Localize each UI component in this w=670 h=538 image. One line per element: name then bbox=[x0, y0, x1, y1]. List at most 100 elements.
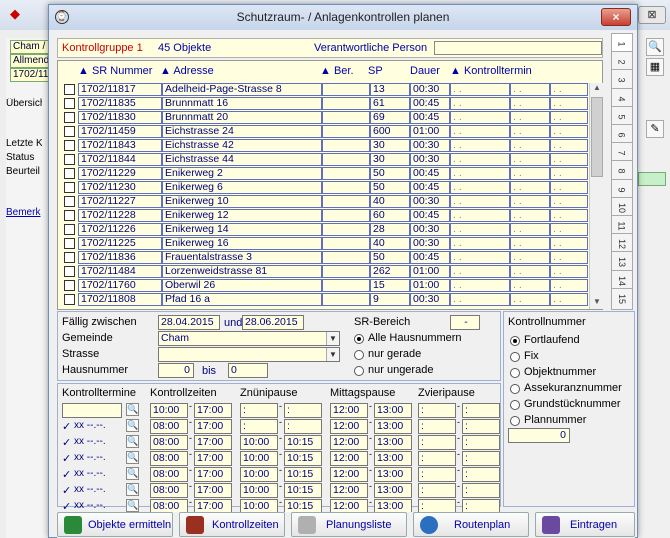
time-input[interactable]: : bbox=[462, 435, 500, 450]
column-header-sr-nummer[interactable]: ▲ SR Nummer bbox=[78, 65, 152, 77]
time-input[interactable]: 10:15 bbox=[284, 467, 322, 482]
time-input[interactable]: 10:00 bbox=[240, 467, 278, 482]
time-input[interactable]: 12:00 bbox=[330, 435, 368, 450]
responsible-input[interactable] bbox=[434, 41, 602, 55]
search-icon[interactable]: 🔍 bbox=[126, 403, 139, 416]
search-icon[interactable]: 🔍 bbox=[126, 467, 139, 480]
time-input[interactable]: : bbox=[284, 403, 322, 418]
column-header-adresse[interactable]: ▲ Adresse bbox=[160, 65, 214, 77]
search-icon[interactable]: 🔍 bbox=[126, 499, 139, 512]
tab-15[interactable]: 15 bbox=[611, 287, 633, 310]
list-item[interactable]: 1702/11226 Enikerweg 14 28 00:30. .. .. . bbox=[64, 223, 589, 236]
row-checkbox[interactable] bbox=[64, 182, 75, 193]
column-header-dauer[interactable]: Dauer bbox=[410, 65, 440, 77]
time-input[interactable]: 12:00 bbox=[330, 419, 368, 434]
radio-nur-gerade[interactable] bbox=[354, 350, 364, 360]
time-input[interactable]: 10:00 bbox=[150, 403, 188, 418]
time-input[interactable]: 08:00 bbox=[150, 467, 188, 482]
time-input[interactable]: 10:00 bbox=[240, 483, 278, 498]
background-label[interactable]: Bemerk bbox=[6, 207, 42, 218]
objekte-ermitteln-button[interactable]: Objekte ermitteln bbox=[57, 512, 173, 537]
list-item[interactable]: 1702/11836 Frauentalstrasse 3 50 00:45. .. … bbox=[64, 251, 589, 264]
time-input[interactable]: 13:00 bbox=[374, 467, 412, 482]
hausnummer-from-input[interactable]: 0 bbox=[158, 363, 194, 378]
row-checkbox[interactable] bbox=[64, 210, 75, 221]
list-item[interactable]: 1702/11808 Pfad 16 a 9 00:30. .. .. . bbox=[64, 293, 589, 306]
row-checkbox[interactable] bbox=[64, 98, 75, 109]
radio-kontrollnummer-3[interactable] bbox=[510, 384, 520, 394]
time-input[interactable]: 13:00 bbox=[374, 403, 412, 418]
date-from-input[interactable]: 28.04.2015 bbox=[158, 315, 220, 330]
radio-kontrollnummer-4[interactable] bbox=[510, 400, 520, 410]
time-input[interactable]: : bbox=[418, 467, 456, 482]
planungsliste-button[interactable]: Planungsliste bbox=[291, 512, 407, 537]
column-header-ber[interactable]: ▲ Ber. bbox=[320, 65, 354, 77]
list-item[interactable]: 1702/11228 Enikerweg 12 60 00:45. .. .. . bbox=[64, 209, 589, 222]
list-item[interactable]: 1702/11225 Enikerweg 16 40 00:30. .. .. . bbox=[64, 237, 589, 250]
day-checkbox[interactable]: ✓ bbox=[62, 436, 71, 449]
search-icon[interactable]: 🔍 bbox=[126, 419, 139, 432]
time-input[interactable]: : bbox=[462, 451, 500, 466]
close-button[interactable]: × bbox=[601, 8, 631, 26]
time-input[interactable]: : bbox=[240, 419, 278, 434]
list-item[interactable]: 1702/11844 Eichstrasse 44 30 00:30. .. .. . bbox=[64, 153, 589, 166]
kontrollzeiten-button[interactable]: Kontrollzeiten bbox=[179, 512, 285, 537]
scrollbar-thumb[interactable] bbox=[591, 97, 603, 177]
radio-nur-ungerade[interactable] bbox=[354, 366, 364, 376]
list-item[interactable]: 1702/11843 Eichstrasse 42 30 00:30. .. .. . bbox=[64, 139, 589, 152]
list-item[interactable]: 1702/11229 Enikerweg 2 50 00:45. .. .. . bbox=[64, 167, 589, 180]
date-to-input[interactable]: 28.06.2015 bbox=[242, 315, 304, 330]
row-checkbox[interactable] bbox=[64, 140, 75, 151]
time-input[interactable]: 13:00 bbox=[374, 435, 412, 450]
time-input[interactable]: 17:00 bbox=[194, 483, 232, 498]
time-input[interactable]: : bbox=[418, 483, 456, 498]
row-checkbox[interactable] bbox=[64, 112, 75, 123]
time-input[interactable]: 13:00 bbox=[374, 451, 412, 466]
time-input[interactable]: : bbox=[418, 403, 456, 418]
eintragen-button[interactable]: Eintragen bbox=[535, 512, 635, 537]
row-checkbox[interactable] bbox=[64, 266, 75, 277]
time-input[interactable]: : bbox=[418, 419, 456, 434]
time-input[interactable]: : bbox=[462, 467, 500, 482]
search-icon[interactable]: 🔍 bbox=[126, 435, 139, 448]
day-checkbox[interactable]: ✓ bbox=[62, 420, 71, 433]
row-checkbox[interactable] bbox=[64, 280, 75, 291]
radio-kontrollnummer-0[interactable] bbox=[510, 336, 520, 346]
chevron-down-icon[interactable]: ▼ bbox=[326, 332, 339, 345]
list-item[interactable]: 1702/11227 Enikerweg 10 40 00:30. .. .. . bbox=[64, 195, 589, 208]
time-input[interactable]: 08:00 bbox=[150, 483, 188, 498]
time-input[interactable]: 12:00 bbox=[330, 483, 368, 498]
time-input[interactable]: : bbox=[462, 483, 500, 498]
background-label[interactable]: Übersich bbox=[6, 98, 42, 109]
time-input[interactable]: 17:00 bbox=[194, 451, 232, 466]
time-input[interactable]: : bbox=[462, 419, 500, 434]
scroll-down-icon[interactable]: ▼ bbox=[590, 297, 604, 309]
radio-kontrollnummer-5[interactable] bbox=[510, 416, 520, 426]
time-input[interactable]: 12:00 bbox=[330, 451, 368, 466]
time-input[interactable]: 12:00 bbox=[330, 403, 368, 418]
row-checkbox[interactable] bbox=[64, 224, 75, 235]
radio-kontrollnummer-1[interactable] bbox=[510, 352, 520, 362]
row-checkbox[interactable] bbox=[64, 168, 75, 179]
time-input[interactable]: 17:00 bbox=[194, 435, 232, 450]
row-checkbox[interactable] bbox=[64, 126, 75, 137]
time-input[interactable]: 08:00 bbox=[150, 451, 188, 466]
row-checkbox[interactable] bbox=[64, 196, 75, 207]
time-input[interactable]: : bbox=[284, 419, 322, 434]
time-input[interactable]: 10:15 bbox=[284, 435, 322, 450]
time-input[interactable]: 17:00 bbox=[194, 403, 232, 418]
day-checkbox[interactable]: ✓ bbox=[62, 484, 71, 497]
kontrollnummer-input[interactable]: 0 bbox=[508, 428, 570, 443]
time-input[interactable]: 13:00 bbox=[374, 419, 412, 434]
row-checkbox[interactable] bbox=[64, 84, 75, 95]
list-item[interactable]: 1702/11835 Brunnmatt 16 61 00:45. .. .. . bbox=[64, 97, 589, 110]
sr-bereich-input[interactable]: - bbox=[450, 315, 480, 330]
radio-alle-hausnummern[interactable] bbox=[354, 334, 364, 344]
radio-kontrollnummer-2[interactable] bbox=[510, 368, 520, 378]
gemeinde-select[interactable]: Cham ▼ bbox=[158, 331, 340, 346]
list-item[interactable]: 1702/11817 Adelheid-Page-Strasse 8 13 00:30… bbox=[64, 83, 589, 96]
search-icon[interactable]: 🔍 bbox=[126, 451, 139, 464]
time-input[interactable]: : bbox=[418, 451, 456, 466]
chevron-down-icon[interactable]: ▼ bbox=[326, 348, 339, 361]
edit-icon[interactable]: ✎ bbox=[646, 120, 664, 138]
